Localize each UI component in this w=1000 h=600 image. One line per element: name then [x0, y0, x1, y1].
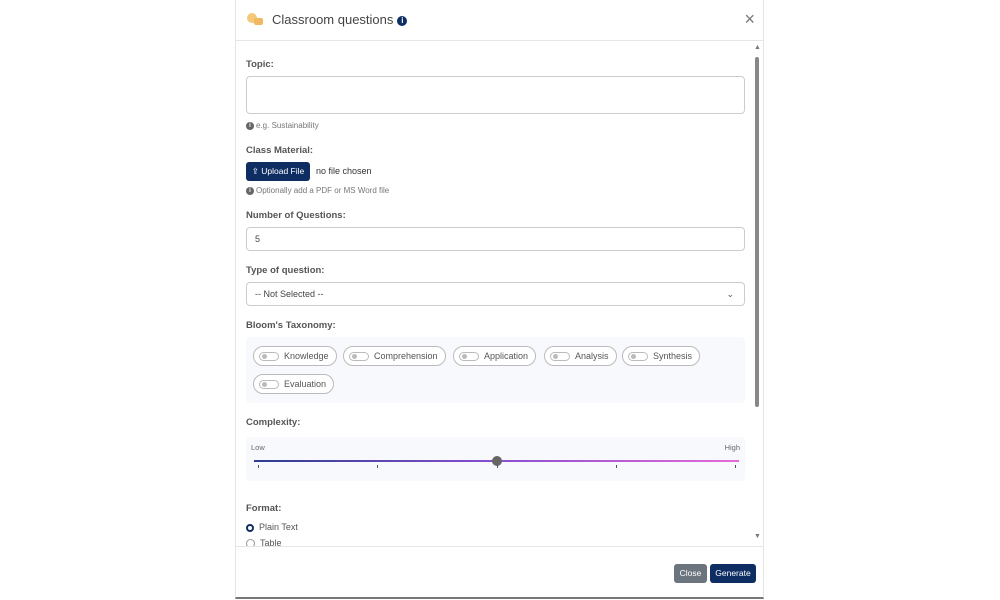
num-questions-label: Number of Questions:	[246, 210, 346, 221]
modal-body: Topic: i e.g. Sustainability Class Materi…	[236, 41, 747, 546]
bloom-toggle-evaluation[interactable]: Evaluation	[253, 374, 335, 394]
radio-button[interactable]	[246, 539, 255, 546]
slider-tick	[258, 465, 259, 468]
scrollbar[interactable]: ▲ ▼	[753, 44, 761, 540]
scrollbar-thumb[interactable]	[755, 57, 759, 407]
toggle-switch[interactable]	[628, 352, 648, 361]
bloom-toggle-application[interactable]: Application	[453, 346, 537, 366]
question-type-select[interactable]: -- Not Selected -- ⌄	[246, 282, 745, 306]
bloom-label: Bloom's Taxonomy:	[246, 320, 336, 331]
file-status: no file chosen	[316, 166, 372, 176]
close-button[interactable]: Close	[674, 564, 707, 583]
format-radio-table[interactable]: Table	[246, 538, 282, 546]
upload-icon: ⇪	[251, 166, 259, 176]
toggle-switch[interactable]	[459, 352, 479, 361]
slider-tick	[735, 465, 736, 468]
chevron-down-icon: ⌄	[726, 289, 734, 299]
modal-footer: Close Generate	[236, 546, 763, 599]
complexity-label: Complexity:	[246, 417, 301, 428]
info-icon: i	[246, 186, 254, 195]
bloom-toggle-synthesis[interactable]: Synthesis	[622, 346, 701, 366]
num-questions-input[interactable]: 5	[246, 227, 745, 251]
complexity-slider[interactable]: Low High	[246, 437, 745, 481]
topic-hint: i e.g. Sustainability	[246, 121, 319, 130]
class-material-label: Class Material:	[246, 145, 314, 156]
info-icon[interactable]: i	[397, 15, 408, 26]
toggle-switch[interactable]	[550, 352, 570, 361]
question-type-label: Type of question:	[246, 265, 325, 276]
bloom-toggle-knowledge[interactable]: Knowledge	[253, 346, 337, 366]
scroll-up-icon[interactable]: ▲	[754, 44, 761, 51]
slider-low-label: Low	[251, 443, 265, 452]
close-icon[interactable]: ×	[744, 10, 755, 28]
modal-title: Classroom questions i	[272, 12, 408, 27]
generate-button[interactable]: Generate	[710, 564, 756, 583]
bloom-taxonomy-group: Knowledge Comprehension Application Anal…	[246, 337, 745, 403]
scroll-down-icon[interactable]: ▼	[754, 533, 761, 540]
toggle-switch[interactable]	[259, 352, 279, 361]
toggle-switch[interactable]	[259, 380, 279, 389]
slider-tick	[615, 465, 617, 468]
material-hint: i Optionally add a PDF or MS Word file	[246, 186, 389, 195]
app-logo-icon	[247, 13, 263, 25]
format-radio-plain-text[interactable]: Plain Text	[246, 522, 298, 532]
modal-header: Classroom questions i ×	[236, 0, 763, 41]
info-icon: i	[246, 121, 254, 130]
bloom-toggle-analysis[interactable]: Analysis	[544, 346, 617, 366]
toggle-switch[interactable]	[349, 352, 369, 361]
slider-tick	[496, 465, 498, 468]
bloom-toggle-comprehension[interactable]: Comprehension	[343, 346, 446, 366]
slider-high-label: High	[724, 443, 740, 452]
upload-file-button[interactable]: ⇪ Upload File	[246, 162, 310, 181]
topic-label: Topic:	[246, 59, 274, 70]
slider-tick	[377, 465, 379, 468]
radio-button[interactable]	[246, 523, 254, 532]
format-label: Format:	[246, 503, 282, 514]
classroom-questions-modal: Classroom questions i × Topic: i e.g. Sust…	[235, 0, 764, 599]
topic-input[interactable]	[246, 76, 745, 114]
